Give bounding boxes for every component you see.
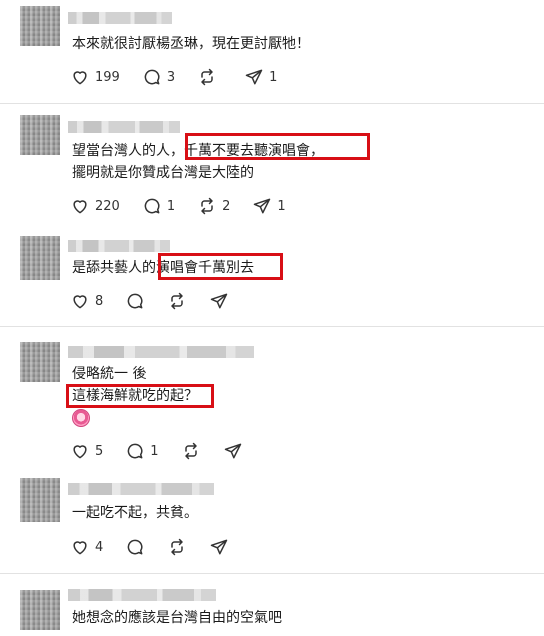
repost-icon (171, 538, 184, 556)
send-icon (211, 539, 228, 555)
avatar[interactable] (20, 342, 60, 382)
send-icon (211, 293, 228, 309)
reply-count: 3 (166, 69, 176, 85)
heart-icon (73, 295, 87, 309)
heart-icon (73, 541, 87, 555)
username-blurred[interactable] (68, 12, 172, 24)
like-button[interactable]: 4 (70, 537, 103, 557)
post-text: 她想念的應該是台灣自由的空氣吧 (72, 610, 282, 626)
like-button[interactable]: 5 (70, 441, 103, 461)
post-text: 侵略統一 後 (72, 366, 147, 382)
avatar[interactable] (20, 590, 60, 630)
like-button[interactable]: 199 (70, 67, 120, 87)
repost-icon (171, 292, 184, 310)
repost-icon (184, 442, 197, 460)
post-text: 望當台灣人的人，千萬不要去聽演唱會， (72, 143, 324, 159)
share-button[interactable]: 1 (244, 67, 277, 87)
username-blurred[interactable] (68, 483, 214, 495)
send-icon (254, 198, 271, 214)
heart-icon (73, 200, 87, 214)
pig-face-emoji (72, 409, 90, 427)
heart-icon (73, 445, 87, 459)
comment-icon (127, 539, 143, 555)
like-count: 8 (95, 293, 104, 309)
like-count: 220 (95, 198, 120, 214)
reply-button[interactable] (125, 537, 145, 557)
like-count: 5 (95, 443, 104, 459)
like-count: 4 (95, 539, 104, 555)
reply-button[interactable] (125, 291, 145, 311)
reply-button[interactable]: 3 (142, 67, 175, 87)
repost-button[interactable] (167, 537, 187, 557)
divider (0, 326, 544, 327)
username-blurred[interactable] (68, 240, 170, 252)
send-icon (224, 443, 241, 459)
comment-icon (127, 443, 143, 459)
share-button[interactable]: 1 (252, 196, 286, 216)
divider (0, 103, 544, 104)
send-icon (245, 69, 263, 85)
post-text: 這樣海鮮就吃的起？ (72, 388, 198, 404)
post-text: 擺明就是你贊成台灣是大陸的 (72, 165, 254, 181)
repost-count: 2 (222, 198, 231, 214)
share-count: 1 (277, 198, 286, 214)
avatar[interactable] (20, 236, 60, 280)
repost-icon (201, 197, 213, 215)
repost-button[interactable]: 2 (197, 196, 230, 216)
repost-button[interactable] (181, 441, 201, 461)
username-blurred[interactable] (68, 589, 216, 601)
action-bar: 220 1 2 1 (70, 195, 308, 217)
like-button[interactable]: 8 (70, 291, 103, 311)
divider (0, 573, 544, 574)
heart-icon (73, 71, 87, 85)
reply-count: 1 (150, 443, 159, 459)
like-button[interactable]: 220 (70, 196, 120, 216)
username-blurred[interactable] (68, 121, 180, 133)
comment-icon (127, 293, 143, 309)
like-count: 199 (95, 69, 120, 85)
reply-button[interactable]: 1 (125, 441, 159, 461)
share-count: 1 (269, 69, 278, 85)
post-text: 一起吃不起，共貧。 (72, 505, 198, 521)
share-button[interactable] (209, 291, 229, 311)
comment-icon (144, 69, 160, 85)
action-bar: 8 (70, 290, 251, 312)
action-bar: 5 1 (70, 440, 265, 462)
repost-button[interactable] (197, 67, 222, 87)
share-button[interactable] (209, 537, 229, 557)
comment-icon (144, 198, 160, 214)
repost-icon (201, 68, 213, 86)
action-bar: 4 (70, 536, 251, 558)
post-text: 是舔共藝人的演唱會千萬別去 (72, 260, 254, 276)
post-text: 本來就很討厭楊丞琳，現在更討厭牠！ (72, 36, 310, 52)
reply-button[interactable]: 1 (142, 196, 175, 216)
action-bar: 199 3 1 (70, 66, 299, 88)
reply-count: 1 (166, 198, 176, 214)
avatar[interactable] (20, 478, 60, 522)
share-button[interactable] (223, 441, 243, 461)
avatar[interactable] (20, 6, 60, 46)
username-blurred[interactable] (68, 346, 254, 358)
avatar[interactable] (20, 115, 60, 155)
repost-button[interactable] (167, 291, 187, 311)
